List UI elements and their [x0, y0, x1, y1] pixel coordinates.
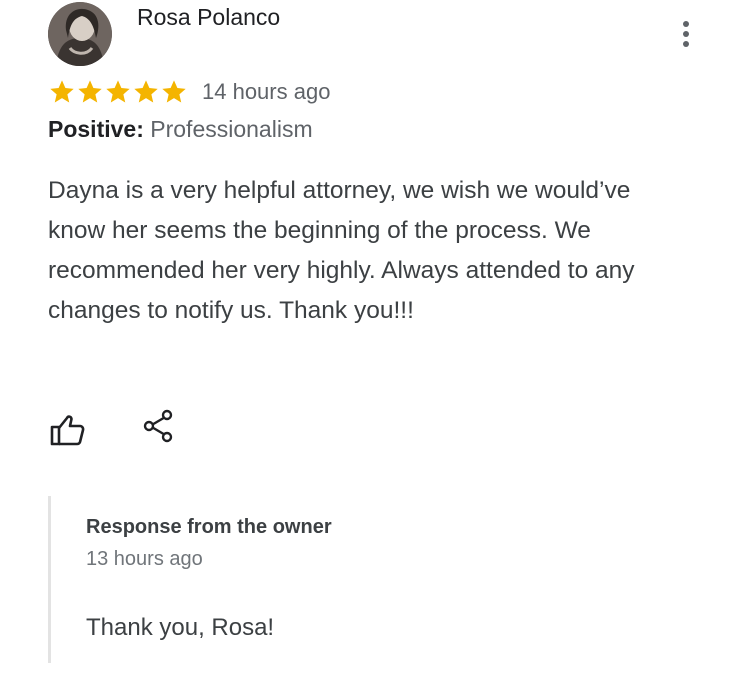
star-rating — [48, 78, 188, 106]
more-options-button[interactable] — [672, 14, 700, 54]
more-vert-icon-dot — [683, 21, 689, 27]
star-icon — [106, 80, 130, 103]
thumbs-up-icon — [50, 415, 85, 446]
owner-response-text: Thank you, Rosa! — [86, 614, 275, 641]
review-time: 14 hours ago — [202, 79, 331, 104]
more-vert-icon-dot — [683, 41, 689, 47]
avatar-image — [48, 2, 112, 66]
highlight-label: Positive: — [48, 116, 144, 142]
review-text: Dayna is a very helpful attorney, we wis… — [48, 177, 635, 324]
star-icon — [134, 80, 158, 103]
share-button[interactable] — [141, 408, 177, 444]
more-vert-icon-dot — [683, 31, 689, 37]
avatar[interactable] — [48, 2, 112, 66]
share-icon — [143, 409, 173, 443]
rating-row: 14 hours ago — [48, 78, 330, 106]
owner-response-time: 13 hours ago — [86, 548, 203, 570]
owner-response-title: Response from the owner — [86, 516, 332, 538]
star-icon — [50, 80, 74, 103]
like-button[interactable] — [48, 410, 88, 450]
star-icon — [78, 80, 102, 103]
review-highlight: Positive: Professionalism — [48, 116, 313, 143]
reviewer-name[interactable]: Rosa Polanco — [137, 4, 280, 31]
highlight-value: Professionalism — [150, 116, 313, 142]
owner-response: Response from the owner 13 hours ago Tha… — [48, 496, 691, 663]
star-icon — [162, 80, 186, 103]
